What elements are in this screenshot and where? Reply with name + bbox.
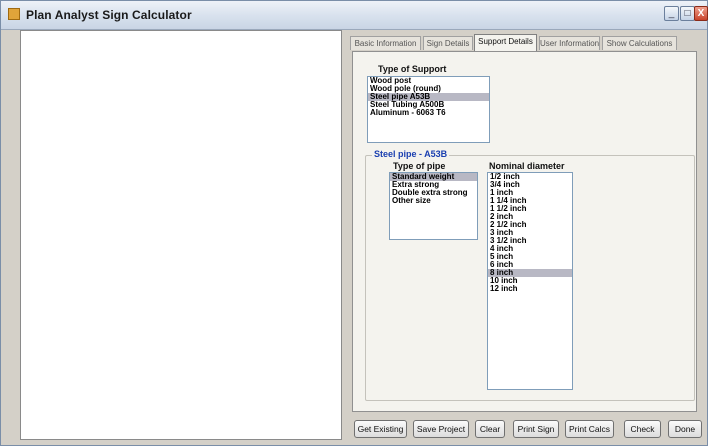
tab-basic-information[interactable]: Basic Information bbox=[350, 36, 421, 50]
maximize-button[interactable]: □ bbox=[680, 6, 695, 21]
support-type-list[interactable]: Wood post Wood pole (round) Steel pipe A53… bbox=[367, 76, 490, 143]
list-item[interactable]: Other size bbox=[390, 197, 477, 205]
app-icon bbox=[8, 8, 20, 20]
support-type-label: Type of Support bbox=[378, 64, 447, 74]
tab-user-information[interactable]: User Information bbox=[539, 36, 600, 50]
get-existing-button[interactable]: Get Existing bbox=[354, 420, 407, 438]
diameter-label: Nominal diameter bbox=[489, 161, 565, 171]
close-button[interactable]: X bbox=[694, 6, 708, 21]
title-bar[interactable]: Plan Analyst Sign Calculator _ □ X bbox=[1, 1, 708, 30]
pipe-group-title: Steel pipe - A53B bbox=[372, 149, 450, 159]
save-project-button[interactable]: Save Project bbox=[413, 420, 469, 438]
sign-preview-panel bbox=[20, 30, 342, 440]
check-button[interactable]: Check bbox=[624, 420, 661, 438]
list-item[interactable]: 12 inch bbox=[488, 285, 572, 293]
print-sign-button[interactable]: Print Sign bbox=[513, 420, 559, 438]
pipe-type-label: Type of pipe bbox=[393, 161, 446, 171]
tab-show-calculations[interactable]: Show Calculations bbox=[602, 36, 677, 50]
pipe-type-list[interactable]: Standard weight Extra strong Double extra … bbox=[389, 172, 478, 240]
minimize-button[interactable]: _ bbox=[664, 6, 679, 21]
tab-sign-details[interactable]: Sign Details bbox=[423, 36, 473, 50]
done-button[interactable]: Done bbox=[668, 420, 702, 438]
window-title: Plan Analyst Sign Calculator bbox=[26, 8, 192, 22]
diameter-list[interactable]: 1/2 inch 3/4 inch 1 inch 1 1/4 inch 1 1/2 in… bbox=[487, 172, 573, 390]
list-item[interactable]: Aluminum - 6063 T6 bbox=[368, 109, 489, 117]
clear-button[interactable]: Clear bbox=[475, 420, 505, 438]
tab-support-details[interactable]: Support Details bbox=[474, 34, 537, 51]
print-calcs-button[interactable]: Print Calcs bbox=[565, 420, 614, 438]
